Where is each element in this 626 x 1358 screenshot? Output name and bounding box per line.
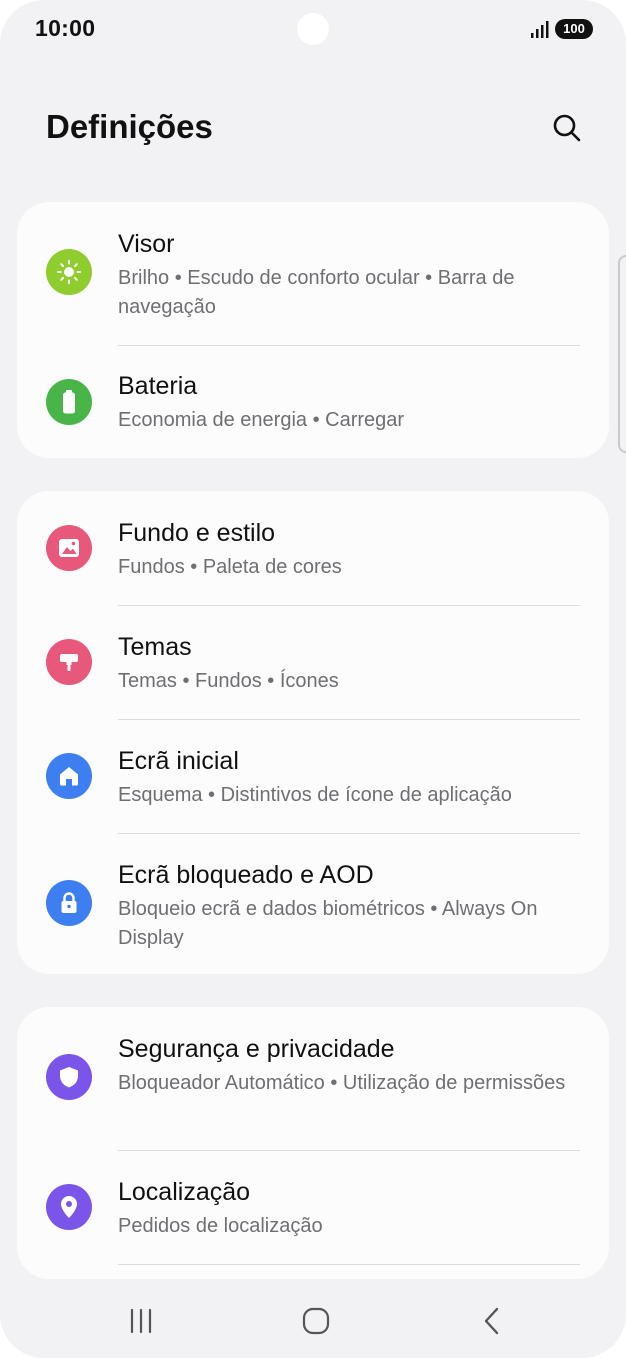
item-subtitle: Fundos • Paleta de cores bbox=[118, 556, 342, 578]
status-bar: 10:00 100 bbox=[0, 0, 626, 60]
item-subtitle: Bloqueador Automático • Utilização de pe… bbox=[118, 1072, 566, 1094]
item-subtitle: Temas • Fundos • Ícones bbox=[118, 670, 339, 692]
phone-screen: 10:00 100 Definições Visor Brilho • Escu… bbox=[0, 0, 626, 1358]
settings-item-ecra-bloqueado[interactable]: Ecrã bloqueado e AOD Bloqueio ecrã e dad… bbox=[17, 833, 609, 974]
recents-icon bbox=[130, 1308, 152, 1334]
settings-item-seguranca[interactable]: Segurança e privacidade Bloqueador Autom… bbox=[17, 1007, 609, 1150]
item-title: Ecrã inicial bbox=[118, 747, 239, 775]
recents-button[interactable] bbox=[111, 1301, 171, 1341]
settings-item-temas[interactable]: Temas Temas • Fundos • Ícones bbox=[17, 605, 609, 719]
settings-group-security: Segurança e privacidade Bloqueador Autom… bbox=[17, 1007, 609, 1279]
item-title: Segurança e privacidade bbox=[118, 1035, 395, 1063]
settings-item-visor[interactable]: Visor Brilho • Escudo de conforto ocular… bbox=[17, 202, 609, 345]
back-icon bbox=[484, 1307, 499, 1335]
battery-level-badge: 100 bbox=[555, 19, 593, 39]
home-button[interactable] bbox=[286, 1301, 346, 1341]
item-subtitle: Pedidos de localização bbox=[118, 1215, 323, 1237]
back-button[interactable] bbox=[462, 1301, 522, 1341]
settings-group-appearance: Fundo e estilo Fundos • Paleta de cores … bbox=[17, 491, 609, 974]
item-title: Bateria bbox=[118, 372, 198, 400]
item-subtitle: Bloqueio ecrã e dados biométricos • Alwa… bbox=[118, 898, 538, 949]
item-title: Visor bbox=[118, 230, 175, 258]
settings-item-localizacao[interactable]: Localização Pedidos de localização bbox=[17, 1150, 609, 1264]
status-time: 10:00 bbox=[35, 15, 96, 41]
settings-item-ecra-inicial[interactable]: Ecrã inicial Esquema • Distintivos de íc… bbox=[17, 719, 609, 833]
paint-roller-icon bbox=[46, 639, 92, 685]
home-icon bbox=[46, 753, 92, 799]
image-icon bbox=[46, 525, 92, 571]
sun-icon bbox=[46, 249, 92, 295]
divider bbox=[118, 1264, 580, 1265]
settings-group-display: Visor Brilho • Escudo de conforto ocular… bbox=[17, 202, 609, 458]
item-subtitle: Brilho • Escudo de conforto ocular • Bar… bbox=[118, 267, 515, 318]
item-subtitle: Economia de energia • Carregar bbox=[118, 409, 405, 431]
settings-item-bateria[interactable]: Bateria Economia de energia • Carregar bbox=[17, 345, 609, 458]
navigation-bar bbox=[0, 1283, 626, 1358]
item-title: Fundo e estilo bbox=[118, 519, 276, 547]
signal-icon bbox=[531, 21, 549, 38]
lock-icon bbox=[46, 880, 92, 926]
item-title: Localização bbox=[118, 1178, 251, 1206]
search-button[interactable] bbox=[547, 108, 587, 148]
battery-icon bbox=[46, 379, 92, 425]
location-pin-icon bbox=[46, 1184, 92, 1230]
camera-cutout bbox=[297, 13, 329, 45]
item-title: Ecrã bloqueado e AOD bbox=[118, 861, 374, 889]
page-title: Definições bbox=[46, 108, 213, 145]
item-title: Temas bbox=[118, 633, 192, 661]
settings-item-fundo-e-estilo[interactable]: Fundo e estilo Fundos • Paleta de cores bbox=[17, 491, 609, 605]
item-subtitle: Esquema • Distintivos de ícone de aplica… bbox=[118, 784, 512, 806]
home-button-icon bbox=[302, 1307, 330, 1335]
shield-icon bbox=[46, 1054, 92, 1100]
edge-panel-handle[interactable] bbox=[618, 255, 626, 453]
search-icon bbox=[553, 114, 581, 142]
